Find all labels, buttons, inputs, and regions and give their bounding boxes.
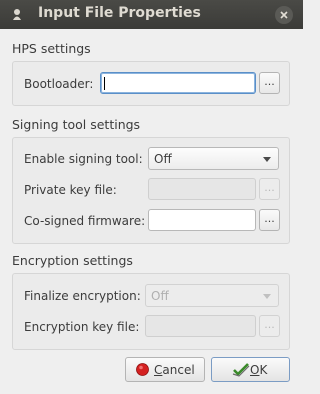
input-file-properties-dialog: Input File Properties HPS settings Bootl… (0, 0, 303, 394)
private-key-label: Private key file: (24, 183, 117, 197)
finalize-encryption-value: Off (151, 289, 169, 303)
enable-signing-label: Enable signing tool: (24, 152, 143, 166)
close-icon (280, 11, 288, 19)
close-button[interactable] (275, 6, 293, 24)
cancel-icon (136, 363, 149, 376)
app-icon (13, 9, 21, 20)
text-cursor (104, 77, 105, 90)
encryption-key-label: Encryption key file: (24, 320, 140, 334)
cosigned-firmware-input[interactable] (148, 209, 256, 231)
cosigned-firmware-label: Co-signed firmware: (24, 214, 146, 228)
finalize-encryption-label: Finalize encryption: (24, 289, 141, 303)
ok-icon (232, 363, 250, 377)
ok-button[interactable]: OK (211, 357, 290, 382)
private-key-browse-button[interactable]: ... (259, 178, 280, 200)
hps-settings-group: Bootloader: ... (12, 61, 290, 106)
hps-settings-title: HPS settings (12, 41, 91, 56)
cosigned-firmware-browse-button[interactable]: ... (259, 209, 280, 231)
bootloader-browse-button[interactable]: ... (259, 72, 280, 94)
bootloader-label: Bootloader: (24, 77, 94, 91)
window-title: Input File Properties (38, 5, 201, 21)
private-key-input[interactable] (148, 178, 256, 200)
title-bar[interactable]: Input File Properties (0, 0, 303, 29)
encryption-settings-group: Finalize encryption: Off Encryption key … (12, 273, 290, 350)
encryption-key-input[interactable] (145, 315, 256, 337)
bootloader-input[interactable] (100, 72, 256, 94)
cancel-label: Cancel (154, 363, 195, 377)
encryption-settings-title: Encryption settings (12, 253, 133, 268)
finalize-encryption-select[interactable]: Off (145, 284, 279, 307)
cancel-button[interactable]: Cancel (125, 357, 205, 382)
enable-signing-select[interactable]: Off (148, 147, 279, 170)
chevron-down-icon (263, 294, 271, 299)
ok-label: OK (250, 363, 268, 377)
encryption-key-browse-button[interactable]: ... (259, 315, 280, 337)
signing-settings-title: Signing tool settings (12, 117, 141, 132)
enable-signing-value: Off (154, 152, 172, 166)
chevron-down-icon (263, 157, 271, 162)
signing-settings-group: Enable signing tool: Off Private key fil… (12, 137, 290, 244)
